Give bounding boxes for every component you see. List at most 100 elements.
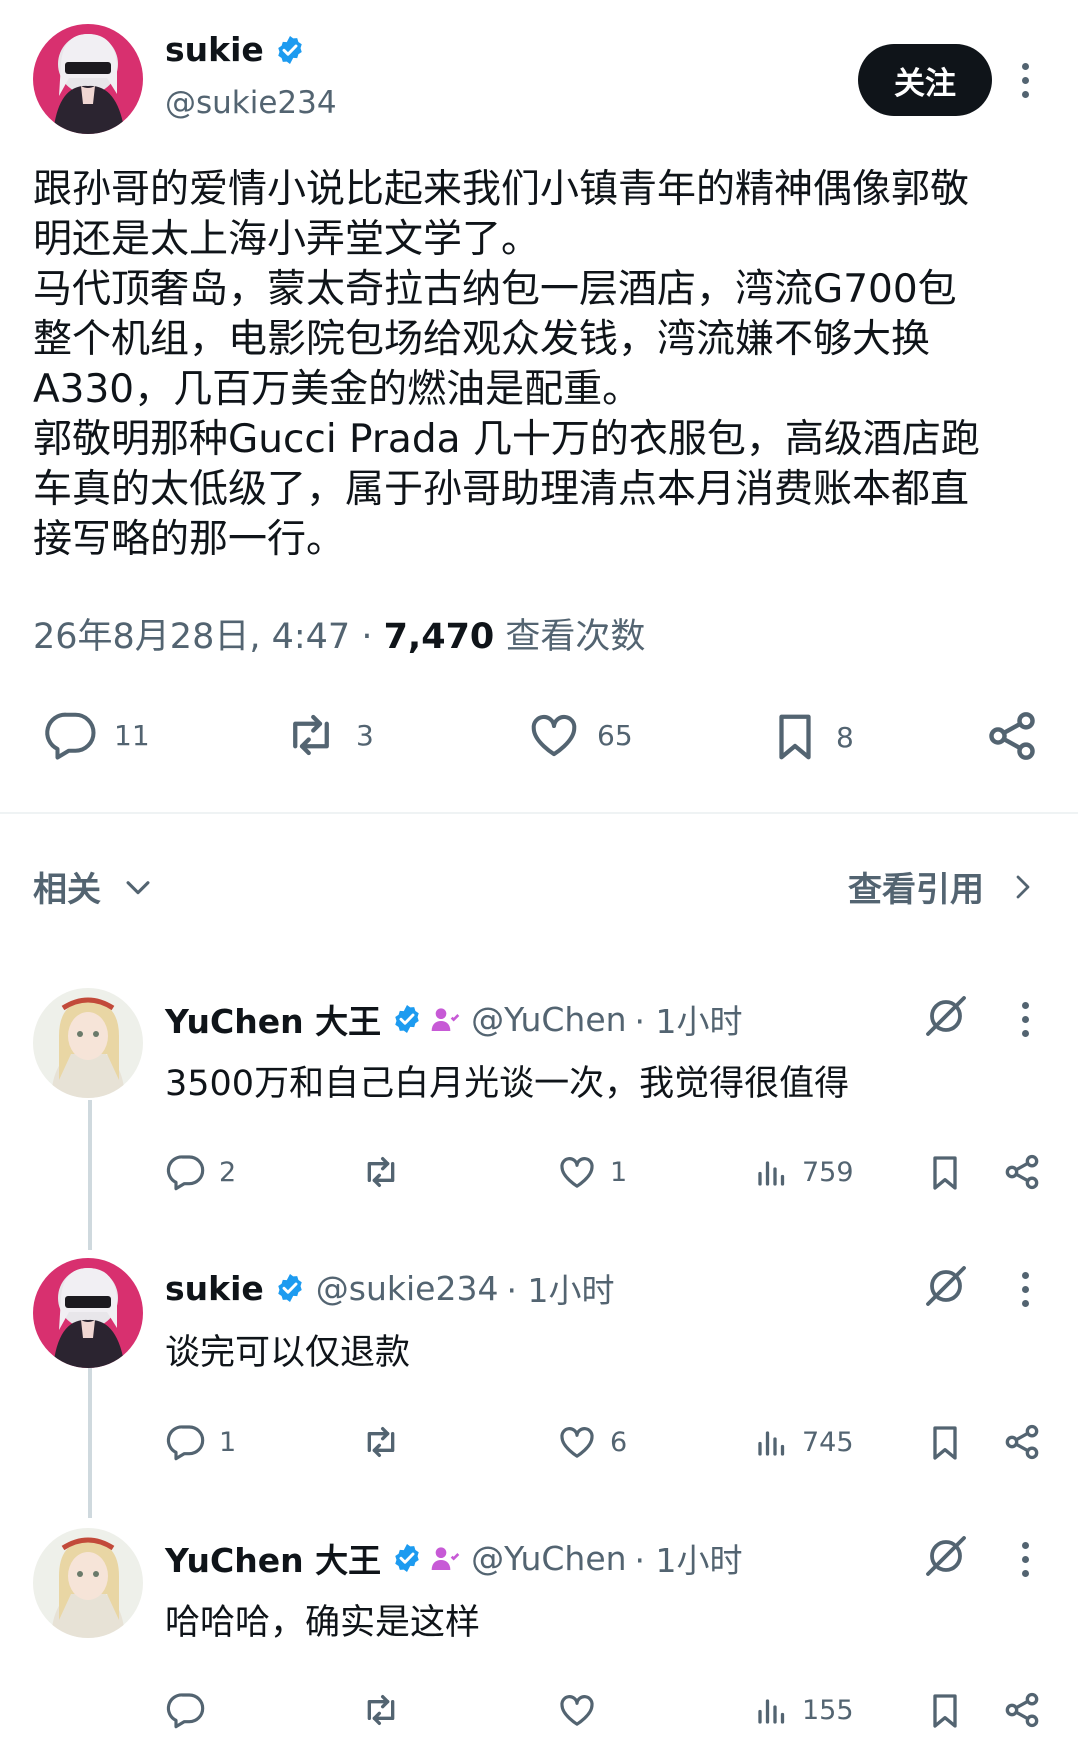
affiliate-badge-icon [429,1003,461,1035]
view-count: 7,470 [383,617,495,657]
reply-author-handle[interactable]: @YuChen [471,1000,626,1039]
views-icon [754,1690,790,1730]
repost-button[interactable] [358,1152,416,1192]
bookmark-icon[interactable] [925,1152,965,1194]
more-icon[interactable] [1015,1272,1035,1307]
share-button[interactable] [984,708,1040,764]
like-button[interactable]: 1 [556,1152,627,1192]
more-icon[interactable] [1015,1002,1035,1037]
reply-time[interactable]: · 1小时 [635,995,743,1043]
view-quotes-link[interactable]: 查看引用 [848,862,1038,911]
reply-text: 3500万和自己白月光谈一次，我觉得很值得 [165,1064,850,1104]
reply-button[interactable]: 11 [42,708,150,762]
bookmark-icon[interactable] [925,1690,965,1732]
like-button[interactable]: 65 [525,708,633,762]
reply-author-name[interactable]: YuChen 大王 [165,1534,381,1582]
reply-text: 哈哈哈，确实是这样 [165,1603,481,1643]
post-line: A330，几百万美金的燃油是配重。 [33,367,642,412]
like-button[interactable]: 6 [556,1422,627,1462]
reply-avatar[interactable] [33,1258,143,1368]
reply-icon [42,708,100,762]
post-line: 车真的太低级了，属于孙哥助理清点本月消费账本都直 [33,467,970,512]
reply-author-name[interactable]: sukie [165,1269,264,1308]
like-icon [556,1422,598,1462]
follow-button[interactable]: 关注 [858,44,992,116]
post-text: 跟孙哥的爱情小说比起来我们小镇青年的精神偶像郭敬 明还是太上海小弄堂文学了。 马… [33,165,1053,565]
repost-button[interactable] [358,1690,416,1730]
author-avatar[interactable] [33,24,143,134]
reply-button[interactable]: 1 [165,1422,236,1462]
post-line: 明还是太上海小弄堂文学了。 [33,217,541,262]
bookmark-icon[interactable] [925,1422,965,1464]
reply-header: YuChen 大王 @YuChen · 1小时 [165,1534,743,1582]
reply-count: 11 [114,718,150,752]
grok-icon[interactable] [922,992,970,1040]
post-line: 整个机组，电影院包场给观众发钱，湾流嫌不够大换 [33,317,931,362]
reply-avatar[interactable] [33,988,143,1098]
post-line: 跟孙哥的爱情小说比起来我们小镇青年的精神偶像郭敬 [33,167,970,212]
views-count: 155 [802,1694,854,1726]
reply-button[interactable] [165,1690,219,1730]
views-icon [754,1152,790,1192]
reply-button[interactable]: 2 [165,1152,236,1192]
like-icon [556,1690,598,1730]
chevron-down-icon [121,870,155,904]
reply-icon [165,1152,207,1192]
reply-text: 谈完可以仅退款 [165,1333,411,1373]
share-icon [984,708,1040,764]
share-icon[interactable] [1002,1422,1042,1462]
reply-author-handle[interactable]: @YuChen [471,1539,626,1578]
reply-author-handle[interactable]: @sukie234 [316,1269,499,1308]
thread-line [88,1368,92,1518]
grok-icon[interactable] [922,1532,970,1580]
views-button[interactable]: 759 [754,1152,854,1192]
reply-icon [165,1422,207,1462]
reply-time[interactable]: · 1小时 [635,1534,743,1582]
post-line: 马代顶奢岛，蒙太奇拉古纳包一层酒店，湾流G700包 [33,267,957,312]
like-icon [556,1152,598,1192]
reply-author-name[interactable]: YuChen 大王 [165,995,381,1043]
bookmark-icon [768,708,822,766]
like-button[interactable] [556,1690,610,1730]
like-count: 6 [610,1426,628,1458]
more-icon[interactable] [1015,1542,1035,1577]
verified-badge-icon [391,1003,423,1035]
like-icon [525,708,583,762]
bookmark-count: 8 [836,720,854,754]
view-count-label: 查看次数 [494,617,646,657]
repost-icon [358,1422,404,1462]
post-meta: 26年8月28日, 4:47 · 7,470 查看次数 [33,608,645,659]
author-handle[interactable]: @sukie234 [165,85,337,121]
reply-header: YuChen 大王 @YuChen · 1小时 [165,995,743,1043]
like-count: 65 [597,718,633,752]
views-button[interactable]: 745 [754,1422,854,1462]
repost-count: 3 [356,718,374,752]
repost-button[interactable]: 3 [280,708,374,762]
repost-button[interactable] [358,1422,416,1462]
reply-icon [165,1690,207,1730]
reply-count: 2 [219,1156,237,1188]
verified-badge-icon [391,1542,423,1574]
author-name[interactable]: sukie [165,30,264,69]
affiliate-badge-icon [429,1542,461,1574]
share-icon[interactable] [1002,1152,1042,1192]
chevron-right-icon [1008,870,1038,904]
like-count: 1 [610,1156,628,1188]
thread-line [88,1100,92,1250]
related-dropdown[interactable]: 相关 [33,862,155,911]
view-quotes-label: 查看引用 [848,870,984,910]
repost-icon [358,1690,404,1730]
share-icon[interactable] [1002,1690,1042,1730]
repost-icon [280,708,342,762]
reply-header: sukie @sukie234 · 1小时 [165,1264,614,1312]
reply-avatar[interactable] [33,1528,143,1638]
reply-time[interactable]: · 1小时 [506,1264,614,1312]
more-icon[interactable] [1015,63,1035,98]
views-count: 759 [802,1156,854,1188]
grok-icon[interactable] [922,1262,970,1310]
views-count: 745 [802,1426,854,1458]
post-line: 接写略的那一行。 [33,517,346,562]
views-button[interactable]: 155 [754,1690,854,1730]
bookmark-button[interactable]: 8 [768,708,854,766]
post-datetime[interactable]: 26年8月28日, 4:47 · [33,617,384,657]
